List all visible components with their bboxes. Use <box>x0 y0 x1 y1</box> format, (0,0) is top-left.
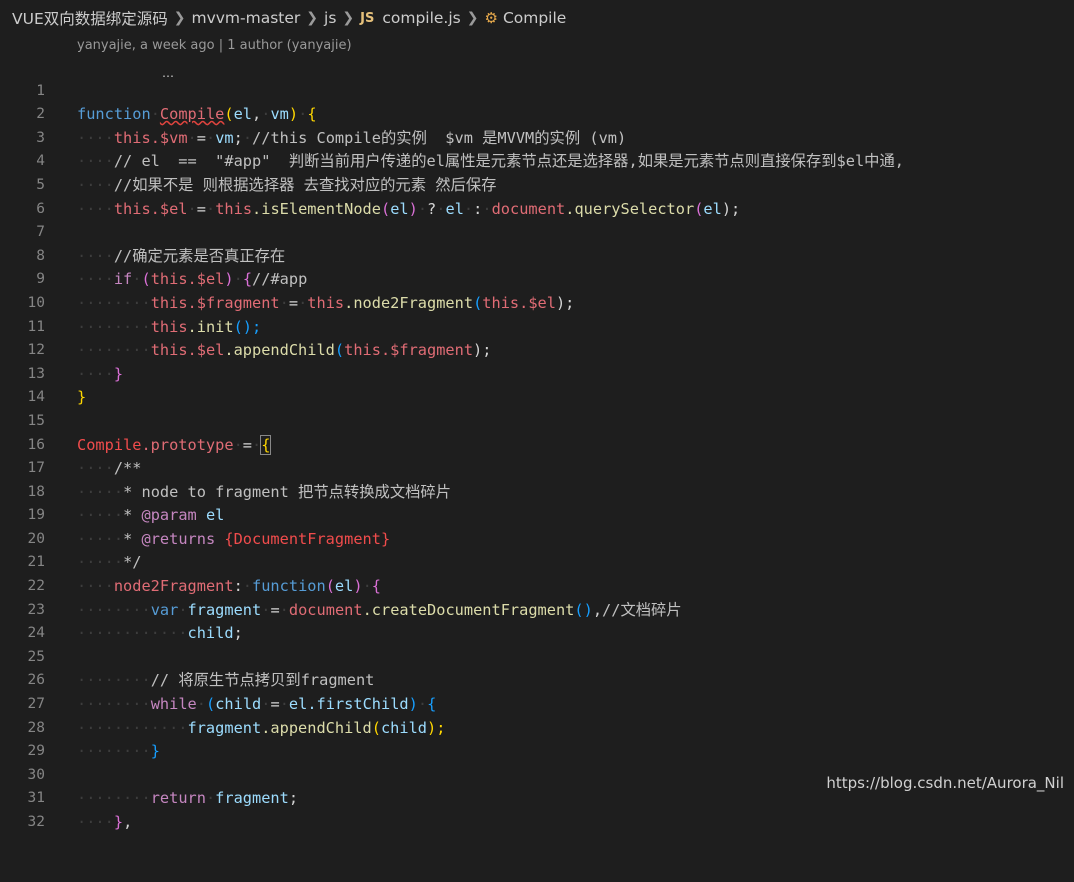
code-line: 22 ········var·fragment·=·document.creat… <box>0 551 1074 619</box>
chevron-right-icon: ❯ <box>466 10 479 26</box>
breadcrumb-file[interactable]: compile.js <box>382 9 460 27</box>
code-line: 30 ········return·fragment; <box>0 740 1074 808</box>
code-line: 18 ·····* @param el <box>0 457 1074 525</box>
code-line: 7 ····//确定元素是否真正存在 <box>0 198 1074 265</box>
breadcrumb-folder-js[interactable]: js <box>324 9 336 27</box>
code-line: 12 ····} <box>0 316 1074 383</box>
code-line: 27 ············fragment.appendChild(chil… <box>0 669 1074 737</box>
code-line: 6 <box>0 174 1074 217</box>
breadcrumb-symbol[interactable]: Compile <box>503 9 566 27</box>
code-line: 2 ····this.$vm·=·vm;·//this Compile的实例 $… <box>0 80 1074 147</box>
code-editor[interactable]: 1 function·Compile(el,·vm)·{ 2 ····this.… <box>0 56 1074 831</box>
code-line: 21 ····node2Fragment:·function(el)·{ <box>0 528 1074 595</box>
code-line: 15 Compile.prototype·=·{ <box>0 386 1074 455</box>
code-line: 10 ········this.init(); <box>0 268 1074 336</box>
watermark: https://blog.csdn.net/Aurora_Nil <box>826 774 1064 792</box>
code-line: 29 <box>0 717 1074 759</box>
code-line: 4 ····//如果不是 则根据选择器 去查找对应的元素 然后保存 <box>0 127 1074 194</box>
code-line: 20 ·····*/ <box>0 504 1074 572</box>
code-line: 9 ········this.$fragment·=·this.node2Fra… <box>0 245 1074 312</box>
code-line: 24 <box>0 599 1074 641</box>
code-line: 19 ·····* @returns {DocumentFragment} <box>0 481 1074 548</box>
code-line: 3 ····// el == "#app" 判断当前用户传递的el属性是元素节点… <box>0 103 1074 171</box>
code-line: 11 ········this.$el.appendChild(this.$fr… <box>0 292 1074 360</box>
code-line: 23 ············child; <box>0 575 1074 643</box>
code-line: 26 ········while·(child·=·el.firstChild)… <box>0 646 1074 713</box>
class-symbol-icon: ⚙ <box>484 9 498 27</box>
code-line: 5 ····this.$el·=·this.isElementNode(el)·… <box>0 150 1074 218</box>
breadcrumb-folder-root[interactable]: VUE双向数据绑定源码 <box>12 7 168 29</box>
code-line: 13 } <box>0 339 1074 407</box>
javascript-file-icon: JS <box>360 10 375 26</box>
code-line: 14 <box>0 363 1074 405</box>
code-line: 8 ····if·(this.$el)·{//#app <box>0 221 1074 289</box>
line-number: 32 <box>27 814 45 830</box>
code-line: 25 ········// 将原生节点拷贝到fragment <box>0 622 1074 690</box>
chevron-right-icon: ❯ <box>306 10 319 26</box>
breadcrumb-folder-mvvm-master[interactable]: mvvm-master <box>191 9 300 27</box>
chevron-right-icon: ❯ <box>342 10 355 26</box>
chevron-right-icon: ❯ <box>173 10 186 26</box>
code-line: 17 ·····* node to fragment 把节点转换成文档碎片 <box>0 434 1074 501</box>
hover-hint-ellipsis: … <box>162 66 174 80</box>
code-line: 28 ········} <box>0 693 1074 761</box>
code-line: 16 ····/** <box>0 410 1074 478</box>
breadcrumb: VUE双向数据绑定源码 ❯ mvvm-master ❯ js ❯ JS comp… <box>0 0 1074 36</box>
codelens-blame[interactable]: yanyajie, a week ago | 1 author (yanyaji… <box>77 36 352 56</box>
